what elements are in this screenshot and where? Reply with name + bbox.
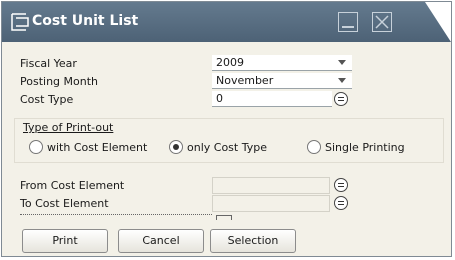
- radio-icon[interactable]: [29, 140, 43, 154]
- list-icon[interactable]: [334, 92, 348, 106]
- list-icon[interactable]: [334, 196, 348, 210]
- chevron-down-icon[interactable]: [338, 60, 346, 65]
- radio-label: only Cost Type: [187, 141, 267, 154]
- chevron-down-icon[interactable]: [338, 78, 346, 83]
- cost-type-field[interactable]: 0: [212, 91, 332, 107]
- print-button[interactable]: Print: [22, 229, 108, 253]
- from-cost-element-field[interactable]: [212, 177, 330, 194]
- minimize-icon[interactable]: [338, 12, 358, 32]
- cost-type-label: Cost Type: [20, 93, 74, 106]
- cost-type-value: 0: [216, 92, 223, 105]
- from-cost-element-label: From Cost Element: [20, 179, 125, 192]
- window-title: Cost Unit List: [32, 13, 139, 29]
- fiscal-year-label: Fiscal Year: [20, 57, 77, 70]
- selection-button[interactable]: Selection: [210, 229, 296, 253]
- cost-unit-list-window: Cost Unit List Fiscal Year 2009 Posting …: [1, 1, 452, 257]
- partial-field-edge: [216, 215, 232, 220]
- fiscal-year-select[interactable]: 2009: [212, 55, 352, 71]
- radio-selected-icon[interactable]: [169, 140, 183, 154]
- radio-icon[interactable]: [307, 140, 321, 154]
- close-icon[interactable]: [372, 12, 392, 32]
- list-icon[interactable]: [334, 178, 348, 192]
- to-cost-element-label: To Cost Element: [20, 197, 109, 210]
- cost-type-row: Cost Type 0: [2, 91, 451, 109]
- cancel-button[interactable]: Cancel: [118, 229, 204, 253]
- posting-month-label: Posting Month: [20, 75, 98, 88]
- to-cost-element-row: To Cost Element: [2, 195, 451, 213]
- radio-label: with Cost Element: [47, 141, 148, 154]
- radio-label: Single Printing: [325, 141, 405, 154]
- posting-month-select[interactable]: November: [212, 73, 352, 89]
- to-cost-element-field[interactable]: [212, 195, 330, 212]
- divider: [20, 214, 212, 215]
- posting-month-value: November: [216, 74, 274, 87]
- print-type-group: Type of Print-out with Cost Element only…: [14, 118, 444, 163]
- posting-month-row: Posting Month November: [2, 73, 451, 91]
- print-type-title: Type of Print-out: [23, 121, 114, 134]
- title-bar-corner: [425, 2, 451, 42]
- window-icon: [11, 13, 29, 31]
- fiscal-year-value: 2009: [216, 56, 244, 69]
- from-cost-element-row: From Cost Element: [2, 177, 451, 195]
- title-bar[interactable]: Cost Unit List: [2, 2, 451, 42]
- fiscal-year-row: Fiscal Year 2009: [2, 55, 451, 73]
